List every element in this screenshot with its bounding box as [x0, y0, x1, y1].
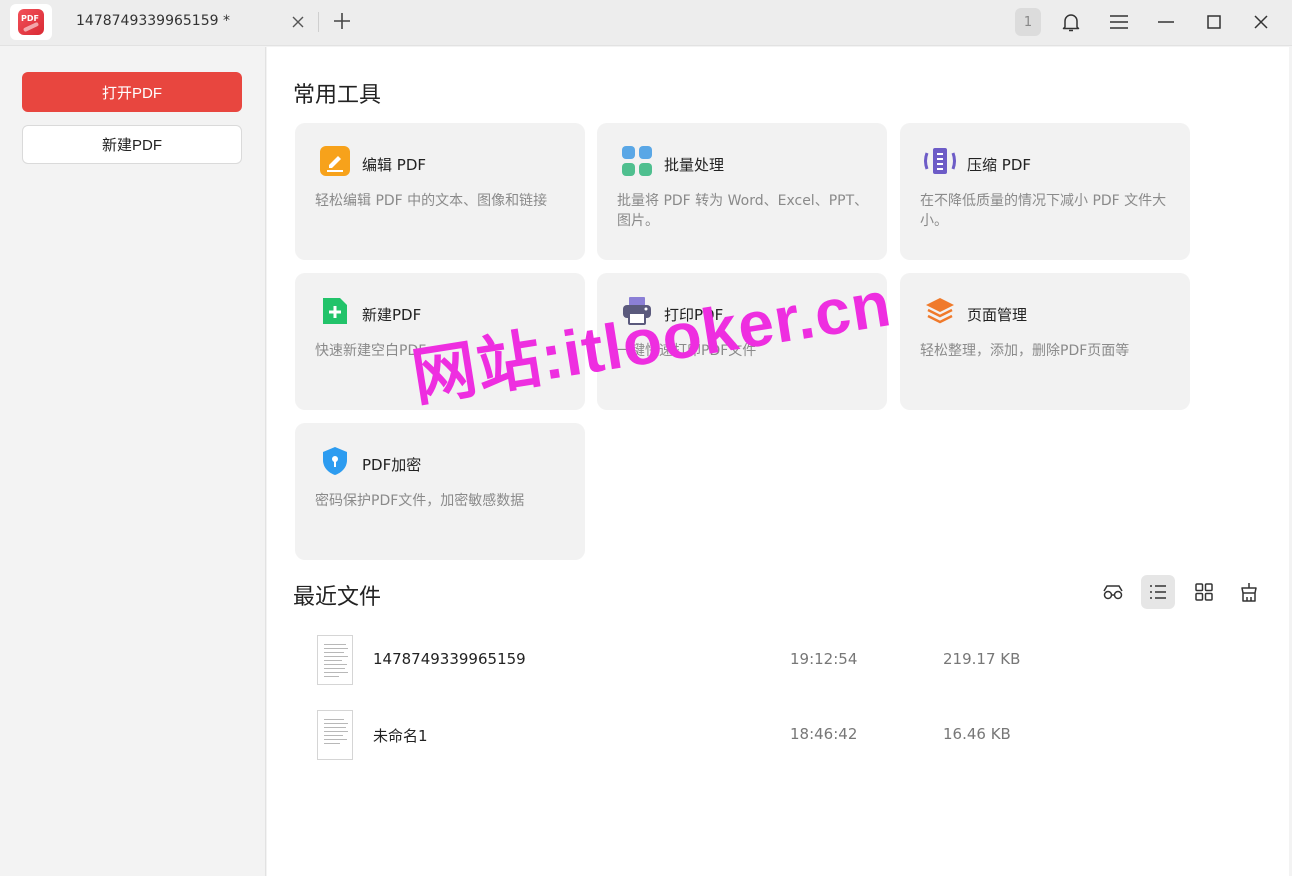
tool-title: 页面管理 — [967, 306, 1028, 324]
layers-icon — [926, 298, 954, 324]
clear-history-button[interactable] — [1232, 575, 1266, 609]
file-size: 219.17 KB — [943, 650, 1021, 668]
recent-file-row[interactable]: 未命名1 18:46:42 16.46 KB — [315, 707, 1255, 763]
tool-description: 轻松整理，添加，删除PDF页面等 — [920, 343, 1130, 359]
tool-title: 新建PDF — [362, 306, 422, 324]
new-pdf-icon — [323, 298, 347, 324]
notification-count-badge[interactable]: 1 — [1015, 8, 1041, 36]
plus-icon[interactable] — [331, 10, 353, 32]
file-time: 18:46:42 — [790, 725, 858, 743]
list-view-icon — [1150, 585, 1166, 599]
recent-file-row[interactable]: 1478749339965159 19:12:54 219.17 KB — [315, 632, 1255, 688]
menu-icon[interactable] — [1107, 10, 1131, 34]
sidebar: 打开PDF 新建PDF — [0, 47, 266, 876]
glasses-icon — [1103, 585, 1123, 600]
file-name: 1478749339965159 — [373, 650, 526, 668]
app-logo: PDF — [10, 4, 52, 40]
tool-description: 轻松编辑 PDF 中的文本、图像和链接 — [315, 193, 548, 209]
tool-description: 在不降低质量的情况下减小 PDF 文件大小。 — [920, 193, 1167, 229]
compress-pdf-icon — [924, 148, 956, 174]
batch-process-icon — [622, 146, 652, 176]
clean-icon — [1241, 583, 1257, 602]
edit-pdf-icon — [320, 146, 350, 176]
tool-title: 打印PDF — [664, 306, 724, 324]
tool-card-compress-pdf[interactable]: 压缩 PDF 在不降低质量的情况下减小 PDF 文件大小。 — [900, 123, 1190, 260]
tool-card-page-management[interactable]: 页面管理 轻松整理，添加，删除PDF页面等 — [900, 273, 1190, 410]
pdf-logo-icon: PDF — [18, 9, 44, 35]
title-bar: PDF 1478749339965159 * 1 — [0, 0, 1292, 46]
file-name: 未命名1 — [373, 727, 428, 745]
list-view-button[interactable] — [1141, 575, 1175, 609]
tool-card-new-pdf[interactable]: 新建PDF 快速新建空白PDF — [295, 273, 585, 410]
tool-title: 批量处理 — [664, 156, 725, 174]
new-pdf-button[interactable]: 新建PDF — [22, 125, 242, 164]
tool-description: 一键快速打印PDF文件 — [617, 343, 757, 359]
file-thumbnail — [317, 710, 353, 760]
tool-card-print-pdf[interactable]: 打印PDF 一键快速打印PDF文件 — [597, 273, 887, 410]
tools-section-title: 常用工具 — [293, 83, 382, 108]
tool-title: 压缩 PDF — [967, 156, 1031, 174]
printer-icon — [623, 297, 651, 325]
tool-description: 批量将 PDF 转为 Word、Excel、PPT、图片。 — [617, 193, 869, 229]
grid-view-button[interactable] — [1187, 575, 1221, 609]
minimize-icon[interactable] — [1154, 10, 1178, 34]
tool-card-edit-pdf[interactable]: 编辑 PDF 轻松编辑 PDF 中的文本、图像和链接 — [295, 123, 585, 260]
tool-description: 密码保护PDF文件，加密敏感数据 — [315, 493, 525, 509]
shield-lock-icon — [323, 447, 347, 475]
open-pdf-button[interactable]: 打开PDF — [22, 72, 242, 112]
file-thumbnail — [317, 635, 353, 685]
main-panel: 常用工具 编辑 PDF 轻松编辑 PDF 中的文本、图像和链接 批量处理 批量将… — [267, 47, 1289, 876]
tool-description: 快速新建空白PDF — [315, 343, 427, 359]
recent-section-title: 最近文件 — [293, 585, 382, 610]
bell-icon[interactable] — [1059, 10, 1083, 34]
tool-title: 编辑 PDF — [362, 156, 426, 174]
close-icon[interactable] — [288, 12, 308, 32]
tool-card-pdf-encrypt[interactable]: PDF加密 密码保护PDF文件，加密敏感数据 — [295, 423, 585, 560]
tab-title: 1478749339965159 * — [76, 13, 230, 29]
grid-view-icon — [1195, 583, 1213, 601]
tab-divider — [318, 12, 319, 32]
file-time: 19:12:54 — [790, 650, 858, 668]
document-tab[interactable]: 1478749339965159 * — [60, 0, 316, 46]
maximize-icon[interactable] — [1202, 10, 1226, 34]
tool-title: PDF加密 — [362, 456, 422, 474]
close-window-icon[interactable] — [1249, 10, 1273, 34]
tool-card-batch-process[interactable]: 批量处理 批量将 PDF 转为 Word、Excel、PPT、图片。 — [597, 123, 887, 260]
reading-view-button[interactable] — [1096, 575, 1130, 609]
file-size: 16.46 KB — [943, 725, 1011, 743]
